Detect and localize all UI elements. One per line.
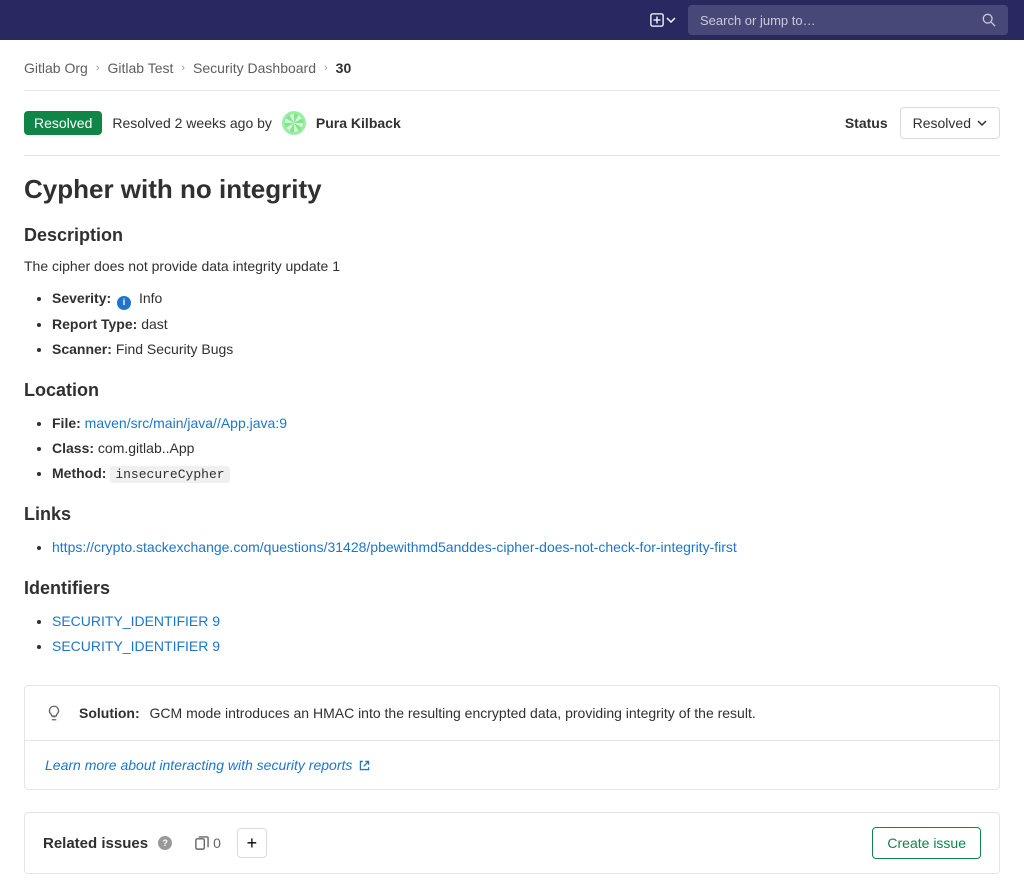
plus-box-icon	[650, 13, 664, 27]
severity-item: Severity: i Info	[52, 288, 1000, 310]
breadcrumb-current: 30	[336, 60, 352, 76]
scanner-item: Scanner: Find Security Bugs	[52, 339, 1000, 360]
method-value: insecureCypher	[110, 466, 229, 483]
chevron-right-icon: ›	[324, 62, 328, 74]
status-badge: Resolved	[24, 111, 102, 135]
report-type-item: Report Type: dast	[52, 314, 1000, 335]
location-heading: Location	[24, 380, 1000, 401]
severity-value: Info	[139, 290, 162, 306]
add-related-issue-button[interactable]: +	[237, 828, 267, 858]
chevron-down-icon	[666, 15, 676, 25]
solution-label: Solution:	[79, 705, 140, 721]
description-text: The cipher does not provide data integri…	[24, 258, 1000, 274]
identifier-link[interactable]: SECURITY_IDENTIFIER 9	[52, 613, 220, 629]
search-icon	[982, 13, 996, 27]
new-dropdown[interactable]	[650, 13, 676, 27]
status-dropdown-value: Resolved	[913, 115, 971, 131]
divider	[24, 155, 1000, 156]
report-type-label: Report Type:	[52, 316, 137, 332]
description-heading: Description	[24, 225, 1000, 246]
identifiers-list: SECURITY_IDENTIFIER 9 SECURITY_IDENTIFIE…	[24, 611, 1000, 657]
author-name[interactable]: Pura Kilback	[316, 115, 401, 131]
identifier-link[interactable]: SECURITY_IDENTIFIER 9	[52, 638, 220, 654]
breadcrumb-item-org[interactable]: Gitlab Org	[24, 60, 88, 76]
list-item: https://crypto.stackexchange.com/questio…	[52, 537, 1000, 558]
top-navbar	[0, 0, 1024, 40]
solution-footer: Learn more about interacting with securi…	[25, 740, 999, 789]
description-list: Severity: i Info Report Type: dast Scann…	[24, 288, 1000, 360]
chevron-down-icon	[977, 118, 987, 128]
method-label: Method:	[52, 465, 106, 481]
breadcrumb: Gitlab Org › Gitlab Test › Security Dash…	[24, 56, 1000, 90]
solution-content: Solution: GCM mode introduces an HMAC in…	[25, 686, 999, 740]
location-list: File: maven/src/main/java//App.java:9 Cl…	[24, 413, 1000, 485]
chevron-right-icon: ›	[181, 62, 185, 74]
status-dropdown[interactable]: Resolved	[900, 107, 1000, 139]
search-box[interactable]	[688, 5, 1008, 35]
links-heading: Links	[24, 504, 1000, 525]
external-link-icon	[358, 759, 371, 772]
bulb-icon	[45, 704, 63, 722]
status-row: Resolved Resolved 2 weeks ago by Pura Ki…	[24, 91, 1000, 155]
related-issues-box: Related issues ? 0 + Create issue	[24, 812, 1000, 874]
create-issue-button[interactable]: Create issue	[872, 827, 981, 859]
external-link[interactable]: https://crypto.stackexchange.com/questio…	[52, 539, 737, 555]
status-label: Status	[845, 115, 888, 131]
issues-icon	[194, 836, 209, 851]
chevron-right-icon: ›	[96, 62, 100, 74]
links-list: https://crypto.stackexchange.com/questio…	[24, 537, 1000, 558]
class-item: Class: com.gitlab..App	[52, 438, 1000, 459]
file-label: File:	[52, 415, 81, 431]
list-item: SECURITY_IDENTIFIER 9	[52, 611, 1000, 632]
avatar[interactable]	[282, 111, 306, 135]
scanner-label: Scanner:	[52, 341, 112, 357]
breadcrumb-item-project[interactable]: Gitlab Test	[107, 60, 173, 76]
related-issues-title: Related issues	[43, 835, 148, 852]
scanner-value: Find Security Bugs	[116, 341, 234, 357]
file-item: File: maven/src/main/java//App.java:9	[52, 413, 1000, 434]
search-input[interactable]	[700, 13, 974, 28]
solution-text: GCM mode introduces an HMAC into the res…	[150, 705, 756, 721]
learn-more-text: Learn more about interacting with securi…	[45, 757, 352, 773]
issues-count: 0	[194, 835, 221, 851]
help-icon[interactable]: ?	[158, 836, 172, 850]
method-item: Method: insecureCypher	[52, 463, 1000, 485]
info-icon: i	[117, 296, 131, 310]
class-label: Class:	[52, 440, 94, 456]
issues-count-value: 0	[213, 835, 221, 851]
learn-more-link[interactable]: Learn more about interacting with securi…	[45, 757, 371, 773]
page-title: Cypher with no integrity	[24, 174, 1000, 205]
solution-box: Solution: GCM mode introduces an HMAC in…	[24, 685, 1000, 790]
file-link[interactable]: maven/src/main/java//App.java:9	[85, 415, 287, 431]
breadcrumb-item-dashboard[interactable]: Security Dashboard	[193, 60, 316, 76]
list-item: SECURITY_IDENTIFIER 9	[52, 636, 1000, 657]
severity-label: Severity:	[52, 290, 111, 306]
report-type-value: dast	[141, 316, 167, 332]
class-value: com.gitlab..App	[98, 440, 195, 456]
status-text: Resolved 2 weeks ago by	[112, 115, 272, 131]
identifiers-heading: Identifiers	[24, 578, 1000, 599]
